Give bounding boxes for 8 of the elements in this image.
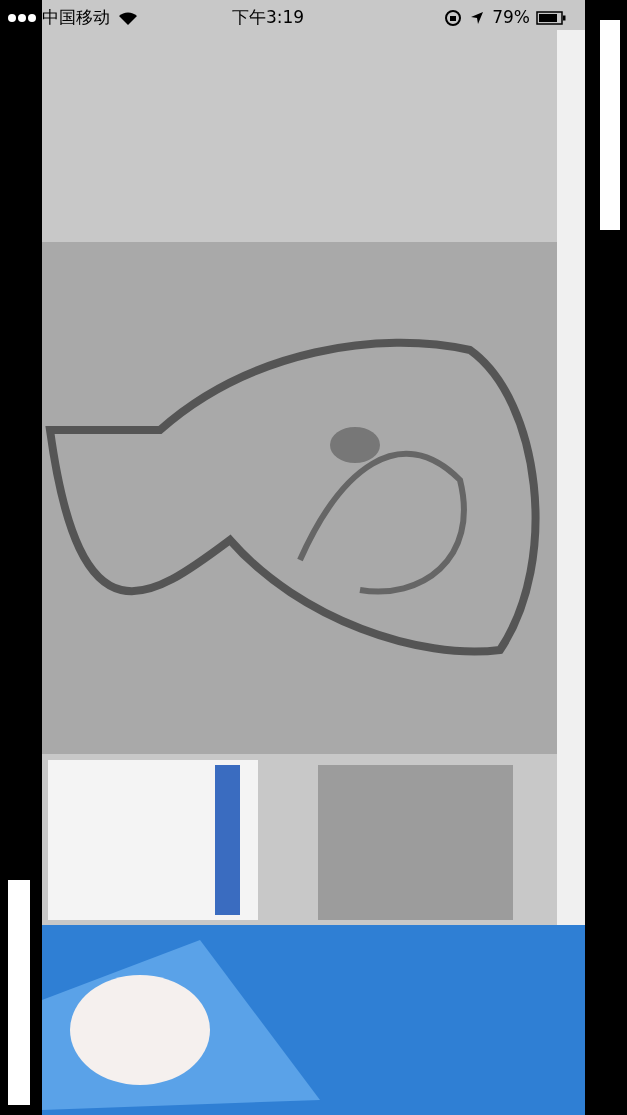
battery-percent: 79% <box>492 6 530 30</box>
battery-icon <box>536 11 566 25</box>
signal-icon <box>8 14 36 22</box>
location-icon <box>470 11 485 25</box>
wifi-icon <box>118 10 138 26</box>
carrier-name: 中国移动 <box>42 6 110 30</box>
rotation-lock-icon <box>444 9 463 27</box>
clock: 下午3:19 <box>232 6 305 30</box>
